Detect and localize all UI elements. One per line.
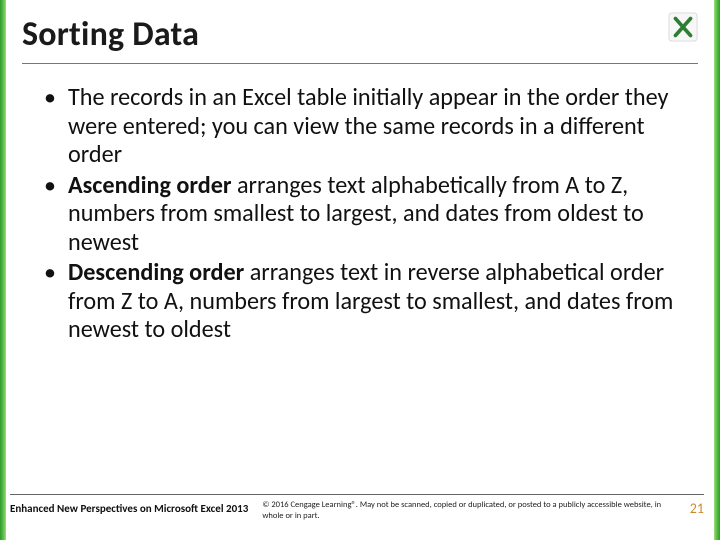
bullet-item: Descending order arranges text in revers… — [42, 259, 686, 345]
footer-row: Enhanced New Perspectives on Microsoft E… — [10, 498, 704, 521]
right-edge-accent — [714, 0, 720, 540]
title-area: Sorting Data — [22, 14, 698, 64]
left-edge-accent — [0, 0, 6, 540]
bullet-text-post: The records in an Excel table initially … — [68, 83, 668, 169]
bullet-item: Ascending order arranges text alphabetic… — [42, 172, 686, 258]
slide: Sorting Data The records in an Excel tab… — [0, 0, 720, 540]
body-area: The records in an Excel table initially … — [42, 84, 686, 488]
footer-left-text: Enhanced New Perspectives on Microsoft E… — [10, 498, 248, 515]
bullet-list: The records in an Excel table initially … — [42, 84, 686, 345]
slide-title: Sorting Data — [22, 14, 698, 61]
footer-rule — [10, 494, 704, 495]
bullet-item: The records in an Excel table initially … — [42, 84, 686, 170]
bullet-text-bold: Ascending order — [68, 171, 231, 200]
bullet-text-bold: Descending order — [68, 258, 244, 287]
footer: Enhanced New Perspectives on Microsoft E… — [10, 494, 704, 534]
title-underline — [22, 63, 698, 64]
footer-copyright: © 2016 Cengage Learning®. May not be sca… — [262, 498, 670, 521]
page-number: 21 — [684, 498, 704, 517]
